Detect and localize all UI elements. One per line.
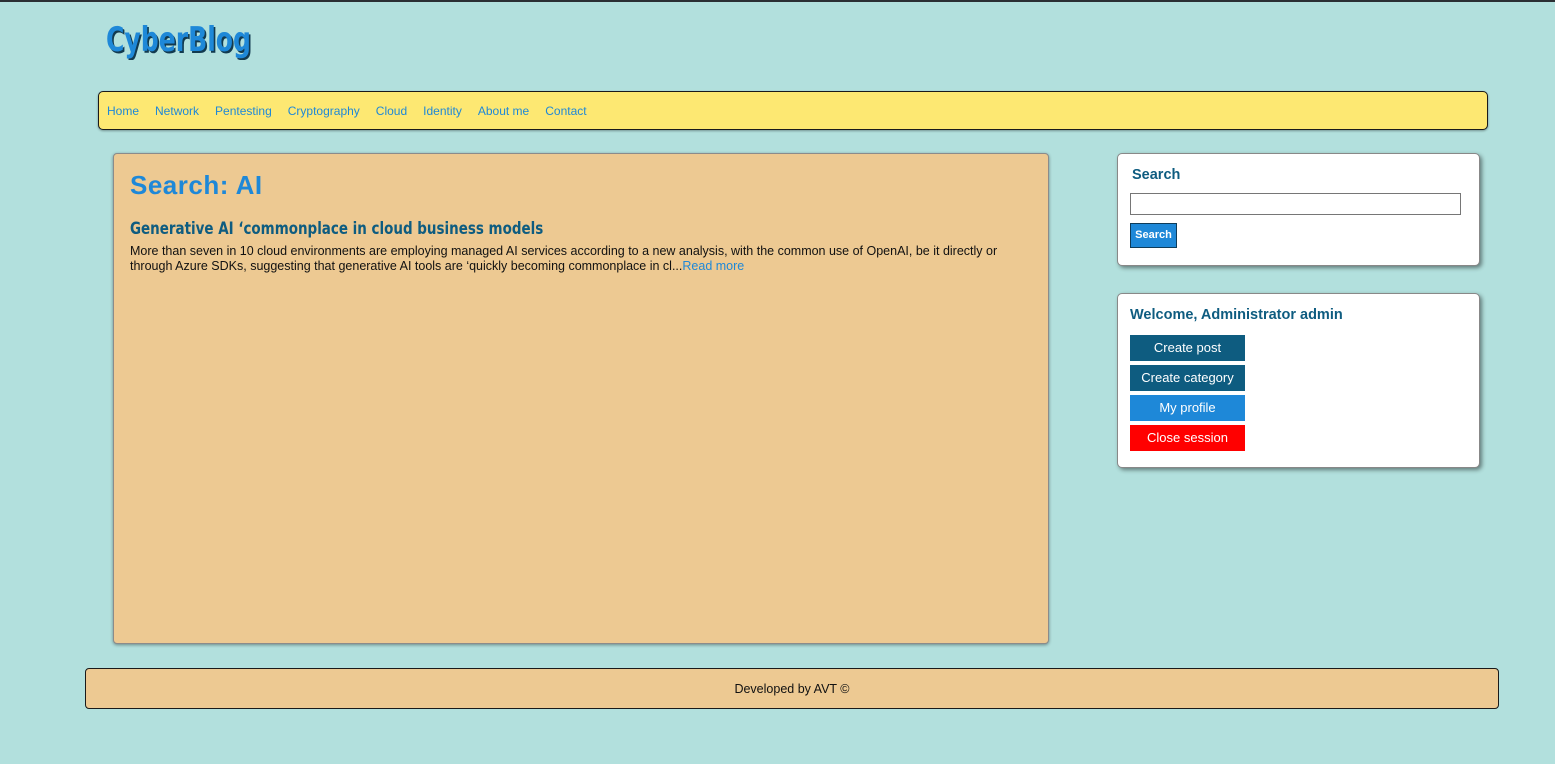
page-footer: Developed by AVT ©	[85, 668, 1499, 709]
nav-item-contact[interactable]: Contact	[545, 104, 586, 118]
page-title: Search: AI	[130, 170, 263, 200]
nav-item-network[interactable]: Network	[155, 104, 199, 118]
create-post-button[interactable]: Create post	[1130, 335, 1245, 361]
my-profile-button[interactable]: My profile	[1130, 395, 1245, 421]
welcome-title: Welcome, Administrator admin	[1130, 307, 1343, 323]
read-more-link[interactable]: Read more	[682, 259, 744, 273]
nav-item-about-me[interactable]: About me	[478, 104, 529, 118]
nav-item-home[interactable]: Home	[107, 104, 139, 118]
search-results-panel: Search: AI Generative AI ‘commonplace in…	[113, 153, 1049, 644]
post-item: Generative AI ‘commonplace in cloud busi…	[130, 219, 1032, 274]
footer-text: Developed by AVT ©	[734, 681, 850, 696]
search-input[interactable]	[1130, 193, 1461, 215]
post-excerpt: More than seven in 10 cloud environments…	[130, 244, 1032, 274]
search-button[interactable]: Search	[1130, 223, 1177, 248]
main-nav: Home Network Pentesting Cryptography Clo…	[98, 91, 1488, 130]
post-title-link[interactable]: Generative AI ‘commonplace in cloud busi…	[130, 219, 543, 239]
post-excerpt-text: More than seven in 10 cloud environments…	[130, 244, 998, 273]
site-logo[interactable]: CyberBlog	[106, 20, 251, 60]
close-session-button[interactable]: Close session	[1130, 425, 1245, 451]
nav-item-cryptography[interactable]: Cryptography	[288, 104, 360, 118]
search-widget: Search Search	[1117, 153, 1480, 266]
nav-item-cloud[interactable]: Cloud	[376, 104, 407, 118]
nav-item-identity[interactable]: Identity	[423, 104, 462, 118]
user-widget: Welcome, Administrator admin Create post…	[1117, 293, 1480, 468]
create-category-button[interactable]: Create category	[1130, 365, 1245, 391]
search-widget-title: Search	[1132, 167, 1181, 183]
nav-item-pentesting[interactable]: Pentesting	[215, 104, 272, 118]
